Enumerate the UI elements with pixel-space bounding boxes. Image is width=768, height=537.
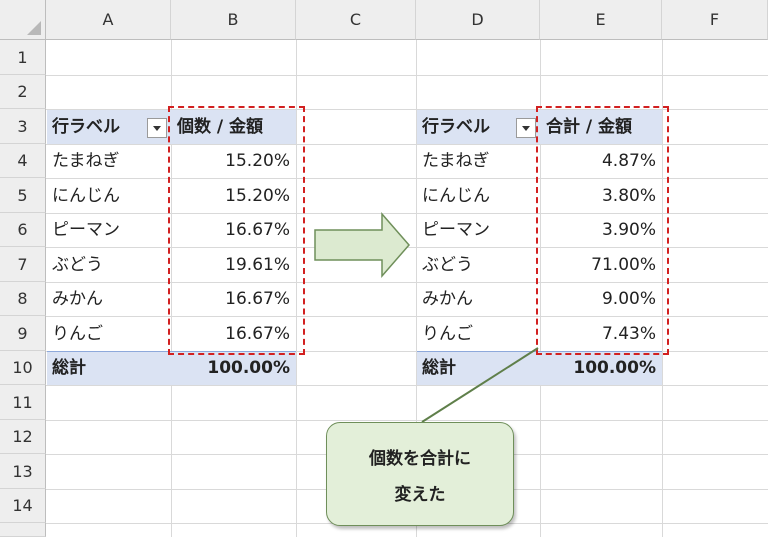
gridline <box>46 420 768 421</box>
column-header-c[interactable]: C <box>296 0 416 40</box>
pivot-left-item-label[interactable]: りんご <box>46 317 171 351</box>
gridline <box>46 385 768 386</box>
column-header-a[interactable]: A <box>46 0 171 40</box>
row-header-8[interactable]: 8 <box>0 282 46 316</box>
pivot-right-item-label[interactable]: にんじん <box>416 179 540 213</box>
row-header-9[interactable]: 9 <box>0 316 46 351</box>
row-header-14[interactable]: 14 <box>0 489 46 523</box>
column-header-f[interactable]: F <box>662 0 768 40</box>
row-header-5[interactable]: 5 <box>0 178 46 213</box>
right-arrow-icon <box>314 211 410 279</box>
callout-line-2: 変えた <box>394 485 446 505</box>
row-header-12[interactable]: 12 <box>0 420 46 454</box>
pivot-right-item-label[interactable]: みかん <box>416 282 540 316</box>
row-header-11[interactable]: 11 <box>0 385 46 420</box>
row-header-10[interactable]: 10 <box>0 351 46 385</box>
callout-box: 個数を合計に 変えた <box>326 422 514 526</box>
highlight-box-right <box>536 106 669 355</box>
pivot-right-item-label[interactable]: たまねぎ <box>416 144 540 178</box>
filter-dropdown-icon[interactable] <box>147 118 167 138</box>
row-header-6[interactable]: 6 <box>0 213 46 247</box>
row-header-4[interactable]: 4 <box>0 144 46 178</box>
gridline <box>46 75 768 76</box>
callout-line-1: 個数を合計に <box>369 449 471 469</box>
highlight-box-left <box>168 106 305 355</box>
row-header-3[interactable]: 3 <box>0 109 46 144</box>
column-header-b[interactable]: B <box>171 0 296 40</box>
select-all-corner[interactable] <box>0 0 46 40</box>
spreadsheet-grid: A B C D E F 1 2 3 4 5 6 7 8 9 10 11 12 1… <box>0 0 768 537</box>
pivot-left-item-label[interactable]: ピーマン <box>46 213 171 247</box>
pivot-left-total-value[interactable]: 100.00% <box>171 351 296 385</box>
row-header-13[interactable]: 13 <box>0 454 46 489</box>
pivot-left-item-label[interactable]: みかん <box>46 282 171 316</box>
pivot-left-item-label[interactable]: たまねぎ <box>46 144 171 178</box>
pivot-right-total-value[interactable]: 100.00% <box>540 351 662 385</box>
pivot-right-item-label[interactable]: ピーマン <box>416 213 540 247</box>
pivot-right-item-label[interactable]: ぶどう <box>416 248 540 282</box>
row-header-15[interactable] <box>0 523 46 537</box>
row-header-7[interactable]: 7 <box>0 247 46 282</box>
pivot-left-total-label[interactable]: 総計 <box>46 351 171 385</box>
row-header-1[interactable]: 1 <box>0 40 46 75</box>
filter-dropdown-icon[interactable] <box>516 118 536 138</box>
row-header-2[interactable]: 2 <box>0 75 46 109</box>
pivot-left-item-label[interactable]: ぶどう <box>46 248 171 282</box>
column-header-e[interactable]: E <box>540 0 662 40</box>
callout-pointer-line <box>421 347 539 423</box>
column-header-d[interactable]: D <box>416 0 540 40</box>
pivot-left-item-label[interactable]: にんじん <box>46 179 171 213</box>
